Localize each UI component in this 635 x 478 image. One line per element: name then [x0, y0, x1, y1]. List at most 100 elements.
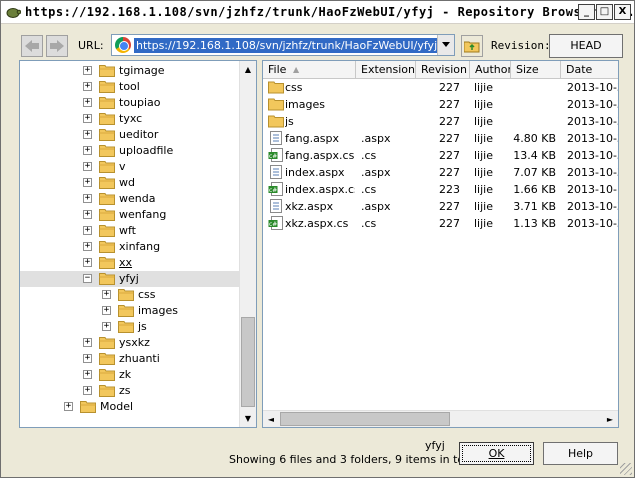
- url-input[interactable]: https://192.168.1.108/svn/jzhfz/trunk/Ha…: [134, 38, 440, 53]
- ok-button[interactable]: OK: [459, 442, 534, 465]
- tree-item[interactable]: + tyxc: [20, 111, 241, 127]
- expand-icon[interactable]: +: [83, 130, 92, 139]
- expand-icon[interactable]: +: [83, 178, 92, 187]
- url-dropdown-button[interactable]: [437, 35, 454, 55]
- tree-item-label: zhuanti: [119, 352, 160, 365]
- expand-icon[interactable]: +: [83, 194, 92, 203]
- tree-item[interactable]: + js: [20, 319, 241, 335]
- expand-icon[interactable]: +: [83, 258, 92, 267]
- expand-icon[interactable]: +: [83, 66, 92, 75]
- file-cell-rev: 223: [439, 183, 460, 196]
- tree-item[interactable]: + images: [20, 303, 241, 319]
- scroll-left-button[interactable]: ◄: [263, 411, 279, 427]
- file-cell-date: 2013-10-3: [567, 81, 619, 94]
- expand-icon[interactable]: +: [83, 82, 92, 91]
- file-cell-author: lijie: [474, 132, 493, 145]
- column-header[interactable]: Author: [470, 61, 511, 79]
- tree-item[interactable]: + css: [20, 287, 241, 303]
- tree-item[interactable]: + wenfang: [20, 207, 241, 223]
- tree-item[interactable]: + tgimage: [20, 63, 241, 79]
- browse-folder-button[interactable]: [461, 35, 483, 57]
- scroll-right-button[interactable]: ►: [602, 411, 618, 427]
- file-row[interactable]: js 227 lijie 2013-10-3: [263, 113, 618, 130]
- scroll-up-button[interactable]: ▲: [240, 61, 256, 78]
- horizontal-scroll-thumb[interactable]: [280, 412, 450, 426]
- tree-item[interactable]: + xx: [20, 255, 241, 271]
- tree-item-label: wft: [119, 224, 136, 237]
- expand-icon[interactable]: +: [83, 98, 92, 107]
- column-header[interactable]: Revision: [416, 61, 470, 79]
- folder-icon: [99, 369, 115, 381]
- column-header-label: Revision: [421, 63, 467, 76]
- file-row[interactable]: c# xkz.aspx.cs .cs 227 lijie 1.13 KB 2013-10-3: [263, 215, 618, 232]
- expand-icon[interactable]: +: [83, 338, 92, 347]
- back-button[interactable]: [21, 35, 43, 57]
- file-row[interactable]: index.aspx .aspx 227 lijie 7.07 KB 2013-10-3: [263, 164, 618, 181]
- folder-icon: [99, 65, 115, 77]
- folder-icon: [99, 145, 115, 157]
- expand-icon[interactable]: +: [102, 306, 111, 315]
- tree-item[interactable]: + zk: [20, 367, 241, 383]
- close-button[interactable]: X: [614, 4, 631, 20]
- help-button[interactable]: Help: [543, 442, 618, 465]
- column-header-label: Size: [516, 63, 539, 76]
- column-header[interactable]: File ▲: [263, 61, 356, 79]
- file-cell-size: 7.07 KB: [513, 166, 556, 179]
- file-row[interactable]: xkz.aspx .aspx 227 lijie 3.71 KB 2013-10-3: [263, 198, 618, 215]
- expand-icon[interactable]: +: [102, 322, 111, 331]
- file-cell-rev: 227: [439, 81, 460, 94]
- maximize-button[interactable]: □: [596, 4, 613, 20]
- file-row[interactable]: c# index.aspx.cs .cs 223 lijie 1.66 KB 2013-10…: [263, 181, 618, 198]
- tree-item[interactable]: + zhuanti: [20, 351, 241, 367]
- column-header[interactable]: Extension: [356, 61, 416, 79]
- file-row[interactable]: c# fang.aspx.cs .cs 227 lijie 13.4 KB 2013-10-…: [263, 147, 618, 164]
- expand-icon[interactable]: +: [83, 354, 92, 363]
- tree-item[interactable]: + wd: [20, 175, 241, 191]
- tree-item[interactable]: + tool: [20, 79, 241, 95]
- expand-icon[interactable]: +: [83, 386, 92, 395]
- expand-icon[interactable]: +: [83, 114, 92, 123]
- file-list[interactable]: File ▲ Extension Revision Author Size Date css…: [262, 60, 619, 428]
- resize-grip[interactable]: [620, 463, 632, 475]
- tree-item[interactable]: + v: [20, 159, 241, 175]
- scroll-thumb[interactable]: [241, 317, 255, 407]
- file-horizontal-scrollbar[interactable]: ◄ ►: [263, 410, 618, 427]
- expand-icon[interactable]: +: [64, 402, 73, 411]
- forward-button[interactable]: [46, 35, 68, 57]
- url-combobox[interactable]: https://192.168.1.108/svn/jzhfz/trunk/Ha…: [111, 34, 455, 56]
- folder-tree[interactable]: + tgimage + tool + toupiao + tyxc + ueditor + uploa…: [19, 60, 257, 428]
- tree-item[interactable]: + ueditor: [20, 127, 241, 143]
- expand-icon[interactable]: +: [83, 242, 92, 251]
- file-row[interactable]: images 227 lijie 2013-10-3: [263, 96, 618, 113]
- expand-icon[interactable]: +: [83, 210, 92, 219]
- head-button[interactable]: HEAD: [549, 34, 623, 58]
- tree-item[interactable]: + Model: [20, 399, 241, 415]
- tree-item-label: xx: [119, 256, 133, 269]
- tree-item-label: Model: [100, 400, 134, 413]
- file-row[interactable]: fang.aspx .aspx 227 lijie 4.80 KB 2013-10-3: [263, 130, 618, 147]
- expand-icon[interactable]: +: [83, 146, 92, 155]
- title-bar[interactable]: https://192.168.1.108/svn/jzhfz/trunk/Ha…: [1, 1, 635, 24]
- minimize-button[interactable]: _: [578, 4, 595, 20]
- tree-item[interactable]: + zs: [20, 383, 241, 399]
- tree-item[interactable]: + xinfang: [20, 239, 241, 255]
- column-header[interactable]: Date: [561, 61, 618, 79]
- tree-vertical-scrollbar[interactable]: ▲ ▼: [239, 61, 256, 427]
- column-header[interactable]: Size: [511, 61, 561, 79]
- tree-item-label: wenfang: [119, 208, 167, 221]
- file-cell-ext: .cs: [361, 149, 377, 162]
- expand-icon[interactable]: +: [102, 290, 111, 299]
- tree-item[interactable]: − yfyj: [20, 271, 241, 287]
- tree-item[interactable]: + toupiao: [20, 95, 241, 111]
- expand-icon[interactable]: +: [83, 370, 92, 379]
- tree-item[interactable]: + ysxkz: [20, 335, 241, 351]
- scroll-down-button[interactable]: ▼: [240, 410, 256, 427]
- tree-item[interactable]: + wft: [20, 223, 241, 239]
- file-row[interactable]: css 227 lijie 2013-10-3: [263, 79, 619, 96]
- file-cell-ext: .aspx: [361, 200, 391, 213]
- collapse-icon[interactable]: −: [83, 274, 92, 283]
- tree-item[interactable]: + wenda: [20, 191, 241, 207]
- tree-item[interactable]: + uploadfile: [20, 143, 241, 159]
- expand-icon[interactable]: +: [83, 162, 92, 171]
- expand-icon[interactable]: +: [83, 226, 92, 235]
